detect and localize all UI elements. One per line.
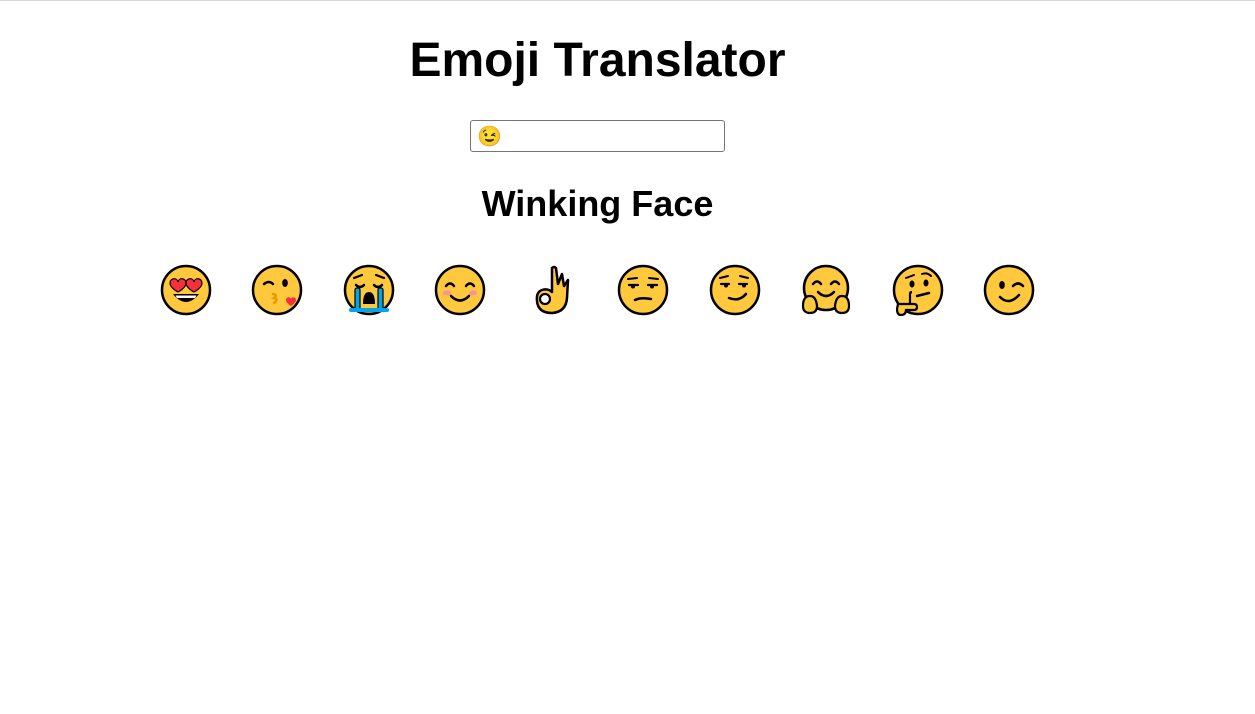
emoji-input[interactable] — [470, 120, 725, 152]
emoji-item-hugging[interactable] — [781, 263, 873, 317]
emoji-item-winking[interactable] — [964, 263, 1056, 317]
emoji-list — [0, 263, 1195, 317]
page-title: Emoji Translator — [409, 34, 786, 87]
emoji-item-smirk[interactable] — [689, 263, 781, 317]
emoji-item-crying[interactable] — [323, 263, 415, 317]
ok-hand-icon — [535, 265, 569, 315]
emoji-item-smiling[interactable] — [415, 263, 507, 317]
emoji-item-kiss[interactable] — [232, 263, 324, 317]
emoji-meaning: Winking Face — [481, 183, 714, 224]
smirking-face-icon — [709, 264, 760, 316]
thinking-face-icon — [892, 264, 943, 316]
emoji-item-ok-hand[interactable] — [506, 263, 598, 317]
winking-face-icon — [984, 264, 1035, 316]
loudly-crying-face-icon — [343, 264, 394, 316]
app: Emoji Translator Winking Face — [0, 35, 1195, 317]
hugging-face-icon — [802, 264, 851, 315]
input-wrapper — [0, 120, 1195, 152]
emoji-item-heart-eyes[interactable] — [140, 263, 232, 317]
smiling-face-with-heart-eyes-icon — [160, 264, 211, 316]
smiling-face-with-smiling-eyes-icon — [435, 264, 486, 316]
emoji-item-unamused[interactable] — [598, 263, 690, 317]
emoji-item-thinking[interactable] — [872, 263, 964, 317]
unamused-face-icon — [618, 264, 669, 316]
face-blowing-a-kiss-icon — [252, 264, 303, 316]
